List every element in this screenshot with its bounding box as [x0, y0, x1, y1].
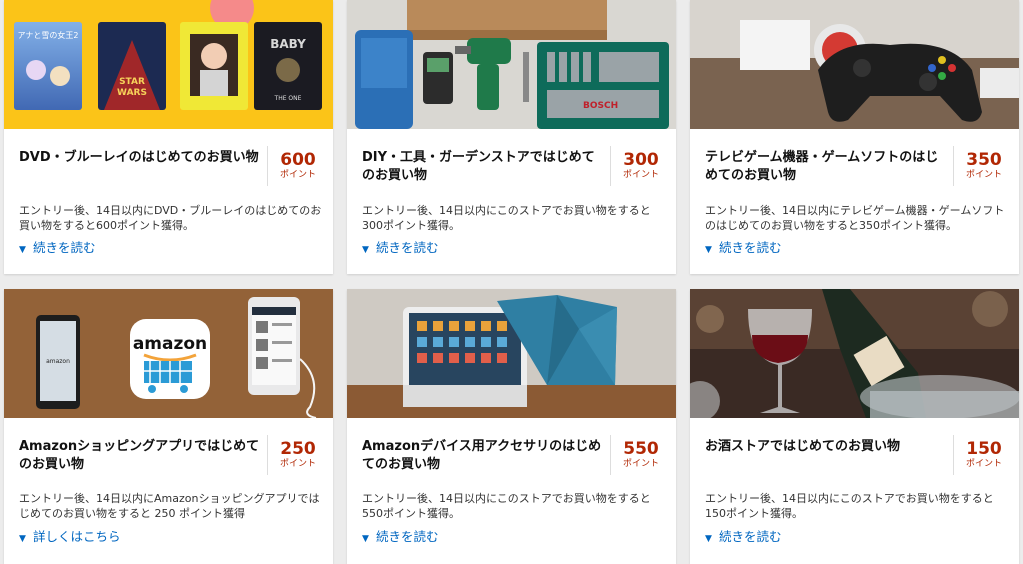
promo-title[interactable]: DIY・工具・ガーデンストアではじめてのお買い物 — [362, 149, 604, 185]
promo-title[interactable]: Amazonショッピングアプリではじめてのお買い物 — [19, 438, 261, 474]
promo-title[interactable]: Amazonデバイス用アクセサリのはじめてのお買い物 — [362, 438, 604, 474]
points-unit: ポイント — [279, 459, 316, 469]
points-badge: 250 ポイント — [267, 435, 328, 475]
svg-text:amazon: amazon — [46, 358, 70, 365]
wine-banner-image[interactable] — [690, 289, 1019, 418]
promo-card-liquor[interactable]: お酒ストアではじめてのお買い物 150 ポイント エントリー後、14日以内にこの… — [690, 289, 1019, 564]
promo-card-amazon-app[interactable]: amazon amazon Amazonショッピングアプリではじめてのお買い物 … — [4, 289, 333, 564]
points-value: 150 — [966, 439, 1002, 459]
points-badge: 300 ポイント — [610, 146, 671, 186]
promo-card-diy[interactable]: BOSCH DIY・工具・ガーデンストアではじめてのお買い物 300 ポイント … — [347, 0, 676, 274]
details-label[interactable]: 詳しくはこちら — [33, 529, 121, 544]
points-badge: 350 ポイント — [953, 146, 1014, 186]
diy-banner-image[interactable]: BOSCH — [347, 0, 676, 129]
details-link[interactable]: ▼ 詳しくはこちら — [19, 529, 121, 547]
read-more-label[interactable]: 続きを読む — [376, 240, 439, 255]
points-badge: 150 ポイント — [953, 435, 1014, 475]
points-badge: 600 ポイント — [267, 146, 328, 186]
promo-card-dvd[interactable]: アナと雪の女王2 STAR WARS BABY THE ONE DVD・ブルーレ… — [4, 0, 333, 274]
svg-text:STAR: STAR — [119, 77, 145, 87]
points-unit: ポイント — [965, 170, 1002, 180]
game-banner-image[interactable] — [690, 0, 1019, 129]
dvd-banner-image[interactable]: アナと雪の女王2 STAR WARS BABY THE ONE — [4, 0, 333, 129]
read-more-label[interactable]: 続きを読む — [719, 529, 782, 544]
chevron-down-icon: ▼ — [705, 534, 712, 544]
svg-text:BABY: BABY — [270, 37, 306, 51]
promotion-grid: アナと雪の女王2 STAR WARS BABY THE ONE DVD・ブルーレ… — [0, 0, 1023, 564]
read-more-label[interactable]: 続きを読む — [33, 240, 96, 255]
points-value: 300 — [623, 150, 659, 170]
points-value: 350 — [966, 150, 1002, 170]
chevron-down-icon: ▼ — [705, 245, 712, 255]
points-unit: ポイント — [279, 170, 316, 180]
amazon-app-banner-image[interactable]: amazon amazon — [4, 289, 333, 418]
points-value: 550 — [623, 439, 659, 459]
promo-title[interactable]: お酒ストアではじめてのお買い物 — [705, 438, 947, 456]
promo-title[interactable]: テレビゲーム機器・ゲームソフトのはじめてのお買い物 — [705, 149, 947, 185]
read-more-link[interactable]: ▼ 続きを読む — [362, 529, 439, 547]
read-more-link[interactable]: ▼ 続きを読む — [705, 529, 782, 547]
chevron-down-icon: ▼ — [19, 534, 26, 544]
svg-text:WARS: WARS — [117, 88, 147, 98]
tablet-banner-image[interactable] — [347, 289, 676, 418]
bosch-logo-text: BOSCH — [583, 101, 618, 111]
read-more-link[interactable]: ▼ 続きを読む — [362, 240, 439, 258]
read-more-label[interactable]: 続きを読む — [376, 529, 439, 544]
read-more-link[interactable]: ▼ 続きを読む — [19, 240, 96, 258]
promo-card-device-accessories[interactable]: Amazonデバイス用アクセサリのはじめてのお買い物 550 ポイント エントリ… — [347, 289, 676, 564]
dvd-cover-text: アナと雪の女王2 — [18, 30, 79, 40]
points-unit: ポイント — [622, 459, 659, 469]
points-value: 600 — [280, 150, 316, 170]
amazon-logo-text: amazon — [133, 334, 207, 354]
chevron-down-icon: ▼ — [362, 534, 369, 544]
points-unit: ポイント — [622, 170, 659, 180]
points-unit: ポイント — [965, 459, 1002, 469]
svg-text:THE ONE: THE ONE — [274, 95, 302, 102]
chevron-down-icon: ▼ — [19, 245, 26, 255]
points-badge: 550 ポイント — [610, 435, 671, 475]
promo-title[interactable]: DVD・ブルーレイのはじめてのお買い物 — [19, 149, 261, 167]
chevron-down-icon: ▼ — [362, 245, 369, 255]
read-more-link[interactable]: ▼ 続きを読む — [705, 240, 782, 258]
promo-card-game[interactable]: テレビゲーム機器・ゲームソフトのはじめてのお買い物 350 ポイント エントリー… — [690, 0, 1019, 274]
points-value: 250 — [280, 439, 316, 459]
read-more-label[interactable]: 続きを読む — [719, 240, 782, 255]
